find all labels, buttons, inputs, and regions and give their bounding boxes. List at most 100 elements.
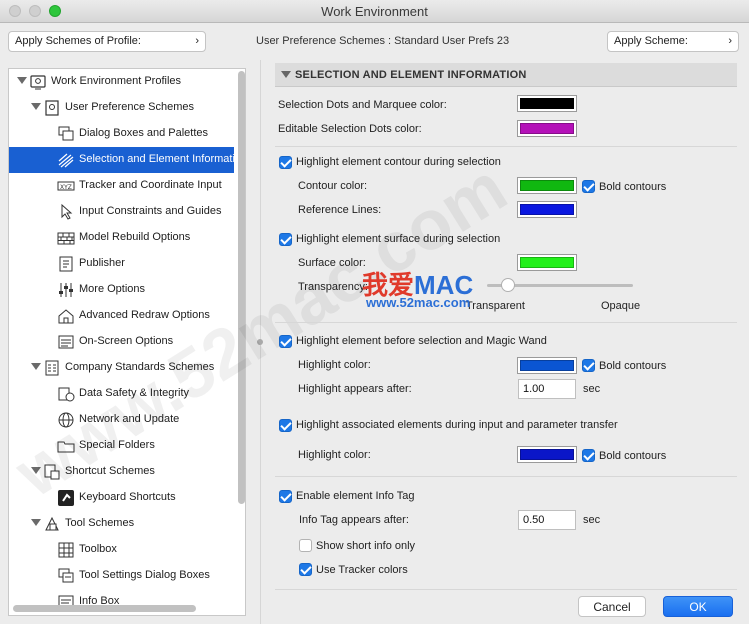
tree-item-model-rebuild-options[interactable]: Model Rebuild Options xyxy=(9,225,234,251)
tracker-colors-checkbox[interactable] xyxy=(299,563,312,576)
tree-item-tool-settings-dialog-boxes[interactable]: Tool Settings Dialog Boxes xyxy=(9,563,234,589)
toolbox-icon xyxy=(57,541,75,559)
tree-item-label: Keyboard Shortcuts xyxy=(79,491,176,503)
highlight-surface-checkbox[interactable] xyxy=(279,233,292,246)
color-fill xyxy=(520,257,574,268)
tree-item-label: Toolbox xyxy=(79,543,117,555)
surface-color-swatch[interactable] xyxy=(517,254,577,271)
tree-item-publisher[interactable]: Publisher xyxy=(9,251,234,277)
tree-item-input-constraints-and-guides[interactable]: Input Constraints and Guides xyxy=(9,199,234,225)
selection-icon xyxy=(57,151,75,169)
tree-item-tracker-and-coordinate-input[interactable]: XYZ Tracker and Coordinate Input xyxy=(9,173,234,199)
disclosure-triangle-icon xyxy=(281,71,291,78)
color-fill xyxy=(520,449,574,460)
apply-scheme-button[interactable]: Apply Scheme: › xyxy=(607,31,739,52)
highlight-before-checkbox[interactable] xyxy=(279,335,292,348)
highlight-color-label: Highlight color: xyxy=(298,449,371,461)
title-bar: Work Environment xyxy=(0,0,749,23)
tree-item-more-options[interactable]: More Options xyxy=(9,277,234,303)
tree-item-label: Tool Settings Dialog Boxes xyxy=(79,569,210,581)
ok-button[interactable]: OK xyxy=(663,596,733,617)
list-icon xyxy=(57,333,75,351)
selection-dots-label: Selection Dots and Marquee color: xyxy=(278,99,447,111)
cursor-icon xyxy=(57,203,75,221)
sec-unit-label: sec xyxy=(583,383,601,395)
color-fill xyxy=(520,180,574,191)
tree-item-label: Selection and Element Information xyxy=(79,153,234,165)
color-fill xyxy=(520,123,574,134)
contour-color-swatch[interactable] xyxy=(517,177,577,194)
chevron-right-icon: › xyxy=(728,35,732,47)
tree-item-label: Input Constraints and Guides xyxy=(79,205,222,217)
apply-profile-label: Apply Schemes of Profile: xyxy=(15,35,141,47)
tree-item-label: Publisher xyxy=(79,257,125,269)
bold-contours-checkbox[interactable] xyxy=(582,359,595,372)
transparent-label: Transparent xyxy=(466,300,525,312)
chevron-right-icon: › xyxy=(195,35,199,47)
company-icon xyxy=(43,359,61,377)
bold-contours-label: Bold contours xyxy=(599,181,667,193)
contour-color-label: Contour color: xyxy=(298,180,368,192)
tree-item-user-preference-schemes[interactable]: User Preference Schemes xyxy=(9,95,234,121)
tree-item-label: Tracker and Coordinate Input xyxy=(79,179,222,191)
highlight-color-swatch[interactable] xyxy=(517,357,577,374)
tree-item-toolbox[interactable]: Toolbox xyxy=(9,537,234,563)
highlight-associated-label: Highlight associated elements during inp… xyxy=(296,419,618,431)
highlight-associated-checkbox[interactable] xyxy=(279,419,292,432)
tool-settings-icon xyxy=(57,567,75,585)
tree-item-label: Work Environment Profiles xyxy=(51,75,182,87)
tree-item-tool-schemes[interactable]: Tool Schemes xyxy=(9,511,234,537)
separator xyxy=(275,146,737,147)
section-title: SELECTION AND ELEMENT INFORMATION xyxy=(295,69,527,81)
highlight-contour-label: Highlight element contour during selecti… xyxy=(296,156,501,168)
info-tag-after-input[interactable]: 0.50 xyxy=(518,510,576,530)
horizontal-scrollbar[interactable] xyxy=(13,605,196,612)
bold-contours-label: Bold contours xyxy=(599,450,667,462)
disclosure-triangle-icon[interactable] xyxy=(31,363,41,370)
tree-item-work-environment-profiles[interactable]: Work Environment Profiles xyxy=(9,69,234,95)
reference-lines-label: Reference Lines: xyxy=(298,204,382,216)
disclosure-triangle-icon[interactable] xyxy=(31,519,41,526)
bold-contours-checkbox[interactable] xyxy=(582,180,595,193)
info-tag-checkbox[interactable] xyxy=(279,490,292,503)
vertical-scrollbar[interactable] xyxy=(238,71,245,504)
apply-profile-button[interactable]: Apply Schemes of Profile: › xyxy=(8,31,206,52)
highlight-contour-checkbox[interactable] xyxy=(279,156,292,169)
transparency-slider-knob[interactable] xyxy=(500,278,515,292)
tracker-colors-label: Use Tracker colors xyxy=(316,564,408,576)
color-fill xyxy=(520,204,574,215)
cancel-button[interactable]: Cancel xyxy=(578,596,646,617)
reference-lines-color-swatch[interactable] xyxy=(517,201,577,218)
tree-item-dialog-boxes-and-palettes[interactable]: Dialog Boxes and Palettes xyxy=(9,121,234,147)
tree-item-label: User Preference Schemes xyxy=(65,101,194,113)
transparency-label: Transparency: xyxy=(298,281,368,293)
associated-highlight-color-swatch[interactable] xyxy=(517,446,577,463)
disclosure-triangle-icon[interactable] xyxy=(31,103,41,110)
window-title: Work Environment xyxy=(321,4,428,19)
bold-contours-label: Bold contours xyxy=(599,360,667,372)
xyz-icon: XYZ xyxy=(57,177,75,195)
apply-scheme-label: Apply Scheme: xyxy=(614,35,688,47)
editable-dots-color-swatch[interactable] xyxy=(517,120,577,137)
publisher-icon xyxy=(57,255,75,273)
disclosure-triangle-icon[interactable] xyxy=(17,77,27,84)
tree-item-label: Dialog Boxes and Palettes xyxy=(79,127,209,139)
tree-item-selection-and-element-information[interactable]: Selection and Element Information xyxy=(9,147,234,173)
info-tag-after-label: Info Tag appears after: xyxy=(299,514,409,526)
sliders-icon xyxy=(57,281,75,299)
appears-after-input[interactable]: 1.00 xyxy=(518,379,576,399)
bold-contours-checkbox[interactable] xyxy=(582,449,595,462)
color-fill xyxy=(520,98,574,109)
tool-schemes-icon xyxy=(43,515,61,533)
tree-item-label: Tool Schemes xyxy=(65,517,135,529)
highlight-color-label: Highlight color: xyxy=(298,359,371,371)
selection-dots-color-swatch[interactable] xyxy=(517,95,577,112)
editable-dots-label: Editable Selection Dots color: xyxy=(278,123,422,135)
short-info-checkbox[interactable] xyxy=(299,539,312,552)
opaque-label: Opaque xyxy=(601,300,641,312)
short-info-label: Show short info only xyxy=(316,540,416,552)
tree-item-label: Model Rebuild Options xyxy=(79,231,191,243)
section-header[interactable]: SELECTION AND ELEMENT INFORMATION xyxy=(275,63,737,87)
separator xyxy=(275,322,737,323)
watermark-url: www.52mac.com xyxy=(366,295,471,310)
